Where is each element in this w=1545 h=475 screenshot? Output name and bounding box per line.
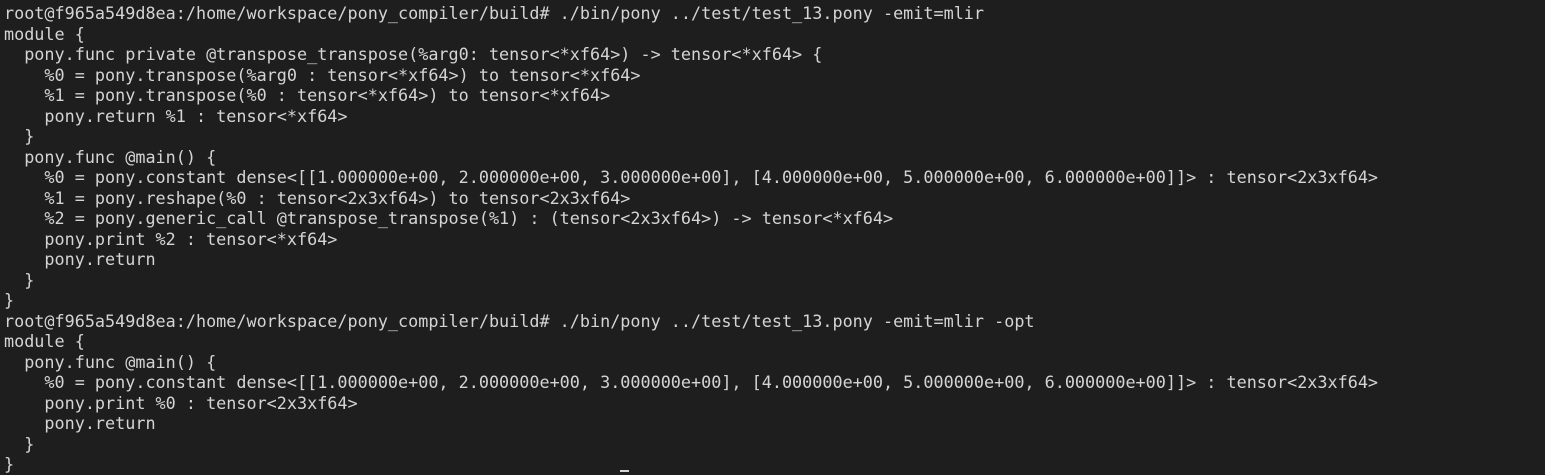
output-line: pony.print %2 : tensor<*xf64> <box>4 228 338 249</box>
output-line: %0 = pony.constant dense<[[1.000000e+00,… <box>4 167 1379 187</box>
output-line: %0 = pony.constant dense<[[1.000000e+00,… <box>4 372 1379 392</box>
output-line: module { <box>4 23 85 44</box>
text-cursor <box>620 470 629 472</box>
output-line: %0 = pony.transpose(%arg0 : tensor<*xf64… <box>4 64 641 85</box>
terminal-window[interactable]: root@f965a549d8ea:/home/workspace/pony_c… <box>0 0 1545 475</box>
output-line: pony.return %1 : tensor<*xf64> <box>4 105 348 126</box>
prompt-line: root@f965a549d8ea:/home/workspace/pony_c… <box>4 3 985 23</box>
output-line: %1 = pony.reshape(%0 : tensor<2x3xf64>) … <box>4 187 631 208</box>
output-line: } <box>4 269 35 290</box>
output-line: pony.print %0 : tensor<2x3xf64> <box>4 392 358 413</box>
terminal-output: root@f965a549d8ea:/home/workspace/pony_c… <box>4 3 1545 475</box>
output-line: module { <box>4 331 85 351</box>
output-line: pony.func @main() { <box>4 146 217 167</box>
output-line: } <box>4 290 15 310</box>
output-line: } <box>4 433 35 454</box>
output-line: pony.return <box>4 249 156 269</box>
output-line: %1 = pony.transpose(%0 : tensor<*xf64>) … <box>4 85 611 105</box>
output-line: pony.return <box>4 413 156 433</box>
output-line: } <box>4 126 35 146</box>
output-line: pony.func @main() { <box>4 351 217 372</box>
output-line: } <box>4 454 15 474</box>
prompt-line: root@f965a549d8ea:/home/workspace/pony_c… <box>4 310 1035 331</box>
output-line: %2 = pony.generic_call @transpose_transp… <box>4 208 894 228</box>
output-line: pony.func private @transpose_transpose(%… <box>4 44 823 64</box>
